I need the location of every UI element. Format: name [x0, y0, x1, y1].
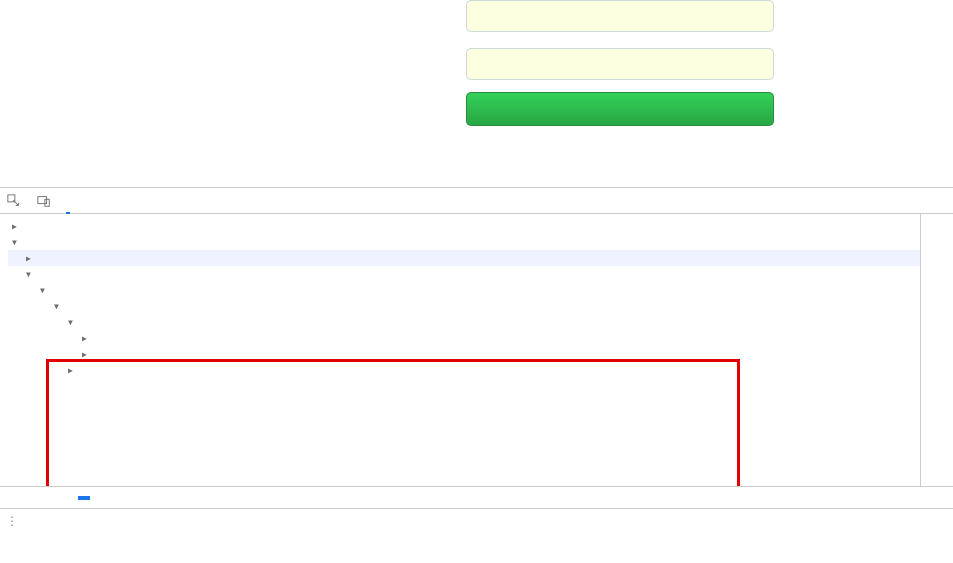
dom-line[interactable]: [8, 346, 920, 362]
dom-line[interactable]: [8, 362, 920, 378]
tab-application[interactable]: [138, 188, 142, 214]
dom-tree[interactable]: [0, 214, 920, 486]
tab-memory[interactable]: [174, 188, 178, 214]
tab-security[interactable]: [192, 188, 196, 214]
dom-line[interactable]: [8, 330, 920, 346]
webpage-content: [0, 0, 953, 187]
crumb[interactable]: [18, 496, 30, 500]
dom-line[interactable]: [8, 282, 920, 298]
dom-line[interactable]: [8, 298, 920, 314]
tab-network[interactable]: [120, 188, 124, 214]
devtools-tabbar: [0, 188, 953, 214]
dom-line[interactable]: [8, 266, 920, 282]
crumb[interactable]: [66, 496, 78, 500]
device-toggle-icon[interactable]: [36, 193, 52, 209]
tab-audits[interactable]: [210, 188, 214, 214]
inspect-icon[interactable]: [6, 193, 22, 209]
crumb[interactable]: [54, 496, 66, 500]
login-form: [466, 0, 774, 128]
tab-performance[interactable]: [156, 188, 160, 214]
dom-breadcrumb[interactable]: [0, 486, 953, 508]
drawer-menu-icon[interactable]: ⋮: [6, 514, 20, 528]
crumb[interactable]: [30, 496, 42, 500]
devtools-panel: ⋮: [0, 187, 953, 532]
email-field[interactable]: [466, 0, 774, 32]
dom-line[interactable]: [8, 234, 920, 250]
tab-elements[interactable]: [66, 188, 70, 214]
dom-line[interactable]: [8, 314, 920, 330]
crumb[interactable]: [42, 496, 54, 500]
tab-console[interactable]: [84, 188, 88, 214]
styles-panel[interactable]: [920, 214, 953, 486]
sign-in-button[interactable]: [466, 92, 774, 126]
tab-sources[interactable]: [102, 188, 106, 214]
dom-line[interactable]: [8, 218, 920, 234]
crumb[interactable]: [6, 496, 18, 500]
console-drawer[interactable]: ⋮: [0, 508, 953, 532]
annotation-box: [46, 359, 740, 486]
crumb-current[interactable]: [78, 496, 90, 500]
password-field[interactable]: [466, 48, 774, 80]
dom-line[interactable]: [8, 250, 920, 266]
